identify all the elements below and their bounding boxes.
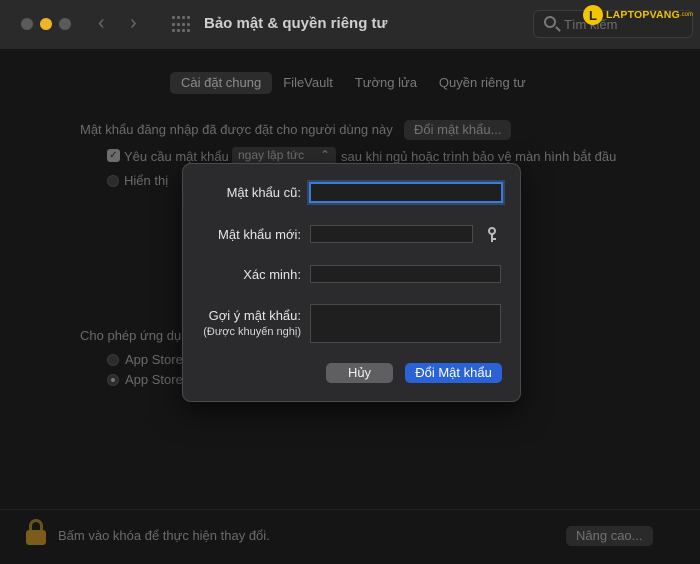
require-password-value: ngay lập tức: [238, 148, 305, 162]
require-password-checkbox[interactable]: ✓: [107, 149, 120, 162]
password-assistant-key-icon[interactable]: [487, 227, 497, 243]
footer-divider: [0, 509, 700, 510]
forward-chevron-icon[interactable]: ›: [130, 12, 137, 35]
allow-apps-label: Cho phép ứng dụ: [80, 328, 182, 343]
title-bar: ‹ › Bảo mật & quyền riêng tư Tìm kiếm L …: [0, 0, 700, 50]
app-store-option-label: App Store: [125, 352, 183, 367]
lock-icon[interactable]: [26, 519, 46, 545]
old-password-input[interactable]: [309, 182, 503, 203]
app-store-radio[interactable]: [107, 354, 119, 366]
logo-text: LAPTOPVANG: [606, 9, 680, 21]
tab-bar: Cài đặt chung FileVault Tường lửa Quyền …: [170, 72, 537, 94]
password-set-text: Mật khẩu đăng nhập đã được đặt cho người…: [80, 122, 393, 137]
advanced-button[interactable]: Nâng cao...: [566, 526, 653, 546]
close-window-button[interactable]: [21, 18, 33, 30]
require-password-suffix: sau khi ngủ hoặc trình bảo vệ màn hình b…: [341, 149, 617, 164]
tab-general[interactable]: Cài đặt chung: [170, 72, 273, 94]
cancel-button[interactable]: Hủy: [326, 363, 393, 383]
change-password-dialog: Mật khẩu cũ: Mật khẩu mới: Xác minh: Gợi…: [182, 163, 521, 402]
password-hint-input[interactable]: [310, 304, 501, 343]
watermark-logo: L LAPTOPVANG .com: [583, 4, 697, 26]
logo-icon: L: [583, 5, 603, 25]
change-password-button[interactable]: Đổi mật khẩu...: [404, 120, 512, 140]
show-message-checkbox[interactable]: [107, 175, 119, 187]
new-password-input[interactable]: [310, 225, 473, 243]
tab-firewall[interactable]: Tường lửa: [344, 72, 428, 94]
popup-chevron-icon: ⌃: [319, 148, 330, 162]
require-password-label: Yêu cầu mật khẩu: [124, 149, 229, 164]
verify-password-input[interactable]: [310, 265, 501, 283]
back-chevron-icon[interactable]: ‹: [98, 12, 105, 35]
lock-instruction-text: Bấm vào khóa để thực hiện thay đổi.: [58, 528, 270, 543]
tab-filevault[interactable]: FileVault: [272, 72, 344, 94]
window-title: Bảo mật & quyền riêng tư: [204, 15, 388, 32]
old-password-label: Mật khẩu cũ:: [226, 185, 301, 200]
show-all-grid-icon[interactable]: [172, 16, 190, 34]
tab-privacy[interactable]: Quyền riêng tư: [428, 72, 537, 94]
change-password-confirm-button[interactable]: Đổi Mật khẩu: [405, 363, 502, 383]
logo-suffix: .com: [679, 12, 693, 18]
app-store-identified-label: App Store: [125, 372, 183, 387]
password-hint-label: Gợi ý mật khẩu:: [208, 308, 301, 323]
search-icon: [544, 16, 556, 28]
show-message-label: Hiển thị: [124, 173, 169, 188]
app-store-identified-radio[interactable]: [107, 374, 119, 386]
new-password-label: Mật khẩu mới:: [218, 227, 301, 242]
password-hint-sublabel: (Được khuyến nghị): [203, 326, 301, 338]
zoom-window-button[interactable]: [59, 18, 71, 30]
minimize-window-button[interactable]: [40, 18, 52, 30]
verify-label: Xác minh:: [243, 267, 301, 282]
